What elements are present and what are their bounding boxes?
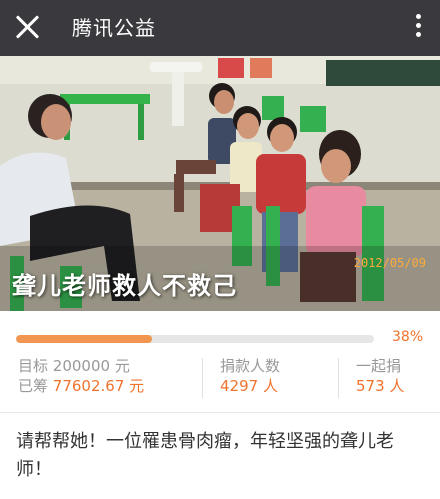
hero-title: 聋儿老师救人不救己 <box>12 272 237 300</box>
progress-percent: 38% <box>392 329 424 345</box>
photo-date: 2012/05/09 <box>353 256 426 270</box>
progress-fill <box>16 335 153 343</box>
stat-target-raised: 目标 200000 元 已筹 77602.67 元 <box>18 356 144 396</box>
more-vertical-icon[interactable] <box>414 14 422 42</box>
app-title: 腾讯公益 <box>72 16 156 40</box>
stat-donors: 捐款人数 4297 人 <box>220 356 280 396</box>
target-label: 目标 <box>18 357 49 375</box>
stats-divider <box>202 358 203 398</box>
donors-unit: 人 <box>262 377 278 395</box>
close-icon[interactable] <box>14 14 40 40</box>
donors-value: 4297 <box>220 377 259 395</box>
target-value: 200000 <box>52 357 111 375</box>
together-line: 573 人 <box>356 376 404 396</box>
hero-image[interactable]: 2012/05/09 聋儿老师救人不救己 <box>0 56 440 311</box>
target-line: 目标 200000 元 <box>18 356 144 376</box>
raised-unit: 元 <box>129 377 145 395</box>
project-description: 请帮帮她！一位罹患骨肉瘤，年轻坚强的聋儿老师！ <box>16 431 394 480</box>
target-unit: 元 <box>114 357 130 375</box>
raised-label: 已筹 <box>18 377 49 395</box>
together-unit: 人 <box>389 377 405 395</box>
section-divider <box>0 412 440 413</box>
top-bar: 腾讯公益 <box>0 0 440 56</box>
raised-line: 已筹 77602.67 元 <box>18 376 144 396</box>
raised-value: 77602.67 <box>52 377 125 395</box>
together-label: 一起捐 <box>356 357 402 375</box>
stats-row: 目标 200000 元 已筹 77602.67 元 捐款人数 4297 人 一起… <box>0 352 440 402</box>
donors-line: 4297 人 <box>220 376 280 396</box>
together-value: 573 <box>356 377 385 395</box>
donors-label: 捐款人数 <box>220 357 281 375</box>
progress-bar <box>16 335 374 343</box>
stat-together[interactable]: 一起捐 573 人 <box>356 356 404 396</box>
stats-divider <box>338 358 339 398</box>
